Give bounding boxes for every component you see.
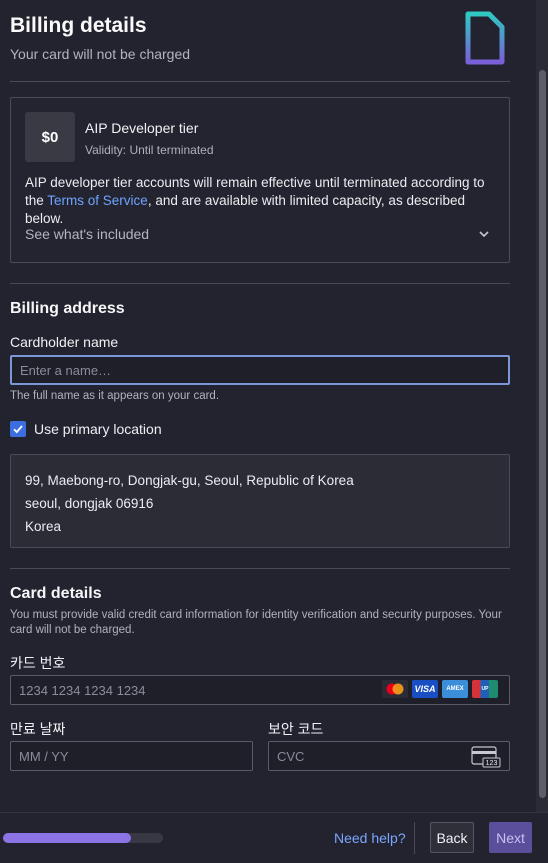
cvc-card-icon: 123 [471,746,501,768]
use-primary-location-label: Use primary location [34,421,162,437]
checkmark-icon [13,425,23,434]
expiry-date-input[interactable] [10,741,253,771]
need-help-link[interactable]: Need help? [334,830,406,846]
address-line: seoul, dongjak 06916 [25,496,154,511]
progress-bar-fill [3,833,131,843]
page-subtitle: Your card will not be charged [10,46,191,62]
billing-form-scroll-area[interactable]: Billing details Your card will not be ch… [0,0,536,812]
tier-name: AIP Developer tier [85,120,199,136]
back-button[interactable]: Back [430,822,474,853]
address-line: 99, Maebong-ro, Dongjak-gu, Seoul, Repub… [25,473,354,488]
expiry-date-label: 만료 날짜 [10,721,66,737]
tier-description: AIP developer tier accounts will remain … [25,174,503,228]
footer: Need help? Back Next [0,812,548,863]
divider [10,568,510,569]
divider [10,283,510,284]
mastercard-icon [382,680,408,698]
cardholder-name-help: The full name as it appears on your card… [10,390,220,402]
cardholder-name-input[interactable] [10,355,510,385]
see-whats-included-toggle[interactable]: See what's included [25,224,491,244]
svg-text:123: 123 [486,760,498,767]
tier-validity: Validity: Until terminated [85,143,214,157]
header: Billing details Your card will not be ch… [10,14,190,62]
app-logo-icon [465,11,505,65]
divider [10,81,510,82]
terms-of-service-link[interactable]: Terms of Service [47,193,148,208]
unionpay-icon: UP [472,680,498,698]
billing-address-title: Billing address [10,300,125,317]
visa-icon: VISA [412,680,438,698]
tier-card: $0 AIP Developer tier Validity: Until te… [10,97,510,263]
price-badge: $0 [25,112,75,162]
next-button[interactable]: Next [489,822,532,853]
chevron-down-icon [479,231,489,238]
scrollbar-thumb[interactable] [539,70,546,798]
footer-divider [414,822,415,854]
see-whats-included-label: See what's included [25,226,150,242]
card-details-help: You must provide valid credit card infor… [10,609,502,636]
card-details-title: Card details [10,585,102,602]
use-primary-location-checkbox[interactable]: Use primary location [10,421,162,437]
progress-bar [3,833,163,843]
cardholder-name-label: Cardholder name [10,334,119,350]
checkbox-checked-icon[interactable] [10,421,26,437]
address-display: 99, Maebong-ro, Dongjak-gu, Seoul, Repub… [10,454,510,548]
scrollbar[interactable] [536,0,548,812]
amex-icon: AMEX [442,680,468,698]
address-line: Korea [25,519,62,534]
cvc-label: 보안 코드 [268,721,324,737]
card-brand-icons: VISA AMEX UP [382,680,498,698]
card-number-label: 카드 번호 [10,655,66,671]
page-title: Billing details [10,14,147,37]
